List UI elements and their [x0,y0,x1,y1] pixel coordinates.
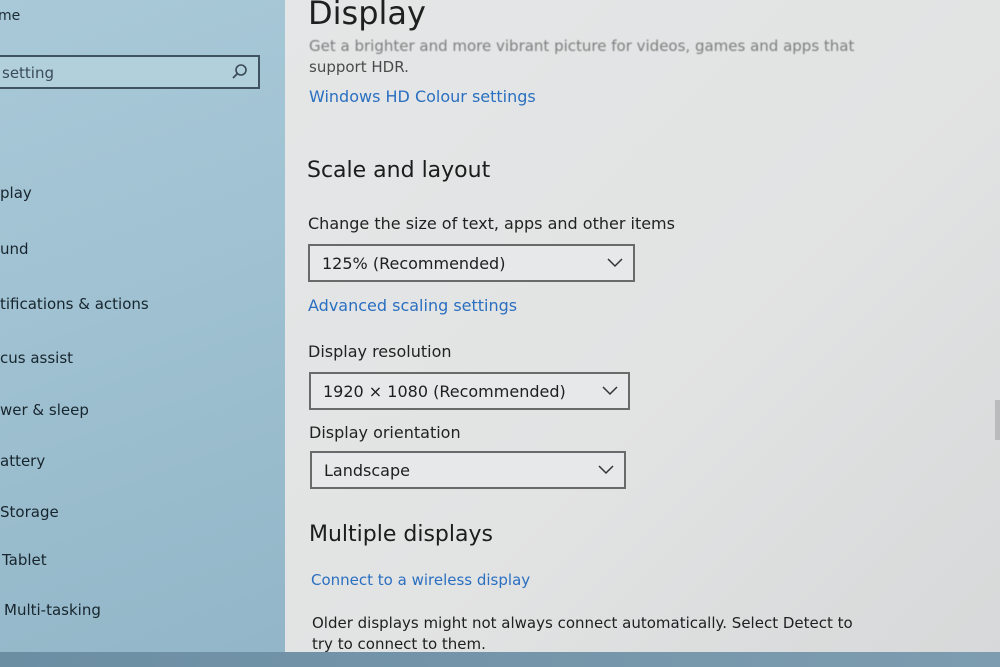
sidebar-item-tablet[interactable]: Tablet [2,551,47,569]
resolution-dropdown[interactable]: 1920 × 1080 (Recommended) [309,372,630,410]
sidebar-item-label: tifications & actions [0,295,149,313]
sidebar-item-label: wer & sleep [0,401,89,419]
scale-dropdown[interactable]: 125% (Recommended) [308,244,635,282]
hd-colour-settings-link[interactable]: Windows HD Colour settings [309,87,536,106]
scale-layout-heading: Scale and layout [307,158,491,183]
hdr-description-line2: support HDR. [309,58,409,76]
sidebar-item-multitasking[interactable]: Multi-tasking [4,601,101,619]
sidebar-item-focus-assist[interactable]: cus assist [0,349,73,367]
detect-description-line1: Older displays might not always connect … [312,614,853,632]
scale-dropdown-value: 125% (Recommended) [322,254,506,273]
chevron-down-icon [598,465,614,475]
sidebar-item-storage[interactable]: Storage [0,503,59,521]
orientation-dropdown-value: Landscape [324,461,410,480]
sidebar-item-display[interactable]: play [0,184,32,202]
sidebar-item-label: attery [0,452,46,470]
chevron-down-icon [607,258,623,268]
hdr-description: Get a brighter and more vibrant picture … [309,36,869,78]
scale-label: Change the size of text, apps and other … [308,214,675,233]
sidebar-item-sound[interactable]: und [0,240,29,258]
resolution-dropdown-value: 1920 × 1080 (Recommended) [323,382,566,401]
resolution-label: Display resolution [308,342,452,361]
sidebar-item-label: cus assist [0,349,74,367]
multiple-displays-heading: Multiple displays [309,522,493,547]
sidebar-item-label: Multi-tasking [4,601,101,619]
sidebar: me setting play und tifications & action… [0,0,285,667]
sidebar-item-label: und [0,240,29,258]
orientation-label: Display orientation [309,423,461,442]
sidebar-item-notifications[interactable]: tifications & actions [0,295,149,313]
orientation-dropdown[interactable]: Landscape [310,451,626,489]
chevron-down-icon [602,386,618,396]
settings-window: me setting play und tifications & action… [0,0,1000,667]
sidebar-item-power-sleep[interactable]: wer & sleep [0,401,89,419]
wireless-display-link[interactable]: Connect to a wireless display [311,571,530,589]
sidebar-item-battery[interactable]: attery [0,452,45,470]
sidebar-item-label: Storage [0,503,59,521]
search-icon[interactable] [230,62,250,82]
search-placeholder: setting [2,64,55,82]
search-input[interactable]: setting [0,55,260,89]
sidebar-item-label: play [0,184,32,202]
advanced-scaling-link[interactable]: Advanced scaling settings [308,296,517,315]
sidebar-home-label[interactable]: me [0,8,20,24]
page-title: Display [308,0,426,32]
taskbar-edge [0,652,1000,667]
scrollbar[interactable] [995,400,1000,440]
sidebar-item-label: Tablet [2,551,47,569]
hdr-description-line1: Get a brighter and more vibrant picture … [309,37,855,55]
main-content: Display Get a brighter and more vibrant … [285,0,1000,667]
detect-description: Older displays might not always connect … [312,613,853,655]
